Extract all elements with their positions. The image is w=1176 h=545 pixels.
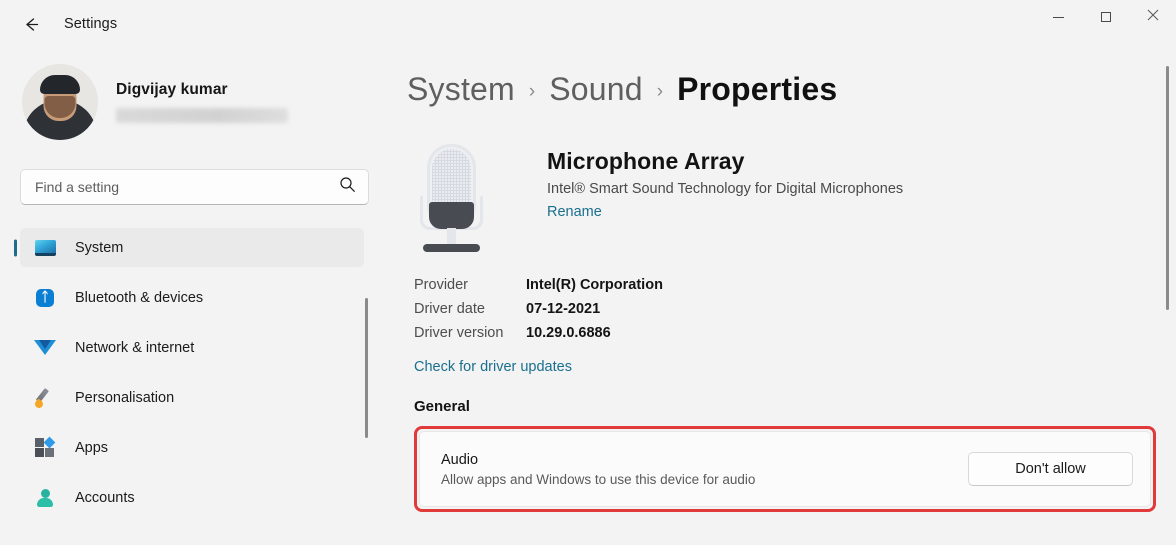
rename-link[interactable]: Rename	[547, 204, 602, 220]
apps-icon	[34, 436, 56, 459]
driver-details: Provider Intel(R) Corporation Driver dat…	[407, 277, 1176, 376]
breadcrumb-item-properties: Properties	[677, 71, 838, 107]
audio-setting-description: Allow apps and Windows to use this devic…	[441, 471, 756, 487]
breadcrumb-separator-icon: ›	[528, 81, 536, 102]
sidebar-item-apps[interactable]: Apps	[20, 428, 364, 467]
sidebar-item-label: Personalisation	[75, 389, 175, 406]
minimize-button[interactable]	[1035, 0, 1082, 34]
search-input[interactable]	[35, 179, 339, 195]
driver-row-provider: Provider Intel(R) Corporation	[414, 277, 1176, 301]
close-icon	[1147, 8, 1159, 26]
search-icon[interactable]	[339, 176, 356, 198]
main-shell: Digvijay kumar System ᛏ Bluetooth & devi…	[0, 48, 1176, 545]
driver-value: Intel(R) Corporation	[526, 277, 663, 293]
back-button[interactable]	[14, 7, 48, 41]
sidebar-item-accounts[interactable]: Accounts	[20, 478, 364, 517]
sidebar-item-bluetooth-devices[interactable]: ᛏ Bluetooth & devices	[20, 278, 364, 317]
app-title: Settings	[64, 16, 118, 32]
sidebar-item-label: Accounts	[75, 489, 135, 506]
avatar	[22, 64, 98, 140]
microphone-icon	[414, 144, 490, 254]
bluetooth-icon: ᛏ	[34, 287, 56, 309]
driver-key: Driver version	[414, 325, 504, 341]
sidebar-item-network-internet[interactable]: Network & internet	[20, 328, 364, 367]
sidebar-item-label: System	[75, 239, 124, 256]
driver-key: Driver date	[414, 301, 485, 317]
sidebar-nav: System ᛏ Bluetooth & devices Network & i…	[0, 228, 386, 540]
paintbrush-icon	[33, 387, 56, 410]
driver-row-date: Driver date 07-12-2021	[414, 301, 1176, 325]
sidebar: Digvijay kumar System ᛏ Bluetooth & devi…	[0, 48, 386, 545]
back-arrow-icon	[22, 15, 41, 34]
window-controls	[1035, 0, 1176, 34]
check-driver-updates-link[interactable]: Check for driver updates	[414, 359, 572, 375]
sidebar-item-personalisation[interactable]: Personalisation	[20, 378, 364, 417]
audio-setting-card[interactable]: Audio Allow apps and Windows to use this…	[419, 431, 1151, 507]
user-profile[interactable]: Digvijay kumar	[22, 64, 386, 140]
breadcrumb-separator-icon: ›	[656, 81, 664, 102]
sidebar-scrollbar-thumb[interactable]	[365, 298, 368, 438]
monitor-icon	[34, 237, 56, 259]
title-bar: Settings	[0, 0, 1176, 48]
driver-value: 10.29.0.6886	[526, 325, 611, 341]
device-name: Microphone Array	[547, 148, 745, 174]
account-icon	[34, 487, 56, 509]
content-scrollbar-thumb[interactable]	[1166, 66, 1169, 310]
driver-key: Provider	[414, 277, 468, 293]
sidebar-item-label: Apps	[75, 439, 109, 456]
breadcrumb: System › Sound › Properties	[407, 71, 1176, 108]
section-title-general: General	[414, 398, 470, 415]
content-area: System › Sound › Properties Microphone A…	[386, 48, 1176, 545]
device-header: Microphone Array Intel® Smart Sound Tech…	[407, 144, 1176, 254]
audio-allow-toggle-button[interactable]: Don't allow	[968, 452, 1133, 486]
driver-row-version: Driver version 10.29.0.6886	[414, 325, 1176, 349]
maximize-button[interactable]	[1082, 0, 1129, 34]
minimize-icon	[1053, 16, 1064, 18]
audio-setting-title: Audio	[441, 451, 479, 468]
device-description: Intel® Smart Sound Technology for Digita…	[547, 181, 904, 197]
breadcrumb-item-sound[interactable]: Sound	[549, 71, 643, 108]
breadcrumb-item-system[interactable]: System	[407, 71, 515, 108]
sidebar-item-label: Network & internet	[75, 339, 195, 356]
search-box[interactable]	[20, 169, 369, 205]
profile-email-redacted	[116, 108, 288, 123]
sidebar-item-system[interactable]: System	[20, 228, 364, 267]
wifi-icon	[34, 337, 56, 359]
profile-name: Digvijay kumar	[116, 81, 228, 98]
sidebar-item-label: Bluetooth & devices	[75, 289, 204, 306]
maximize-icon	[1100, 12, 1111, 22]
close-button[interactable]	[1129, 0, 1176, 34]
audio-highlight-annotation: Audio Allow apps and Windows to use this…	[414, 426, 1156, 512]
driver-value: 07-12-2021	[526, 301, 601, 317]
